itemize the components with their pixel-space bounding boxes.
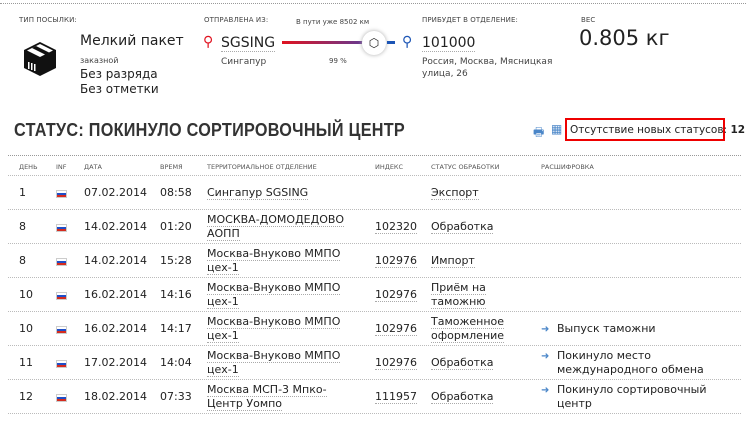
status-text[interactable]: Обработка xyxy=(431,356,494,370)
index-link[interactable]: 102976 xyxy=(375,322,417,336)
office-link[interactable]: Москва-Внуково ММПО цех-1 xyxy=(207,349,341,377)
progress-remaining xyxy=(387,41,395,44)
status-text[interactable]: Таможенное оформление xyxy=(431,315,505,343)
decode-text: Покинуло место международного обмена xyxy=(557,349,704,376)
day: 8 xyxy=(19,254,26,267)
flag-icon xyxy=(56,394,67,402)
table-row: 10 16.02.2014 14:17 Москва-Внуково ММПО … xyxy=(8,312,741,346)
location-pin-icon: ⚲ xyxy=(203,34,214,50)
decode-text: Покинуло сортировочный центр xyxy=(557,383,707,410)
time: 07:33 xyxy=(160,390,192,403)
flag-icon xyxy=(56,258,67,266)
flag-icon xyxy=(56,360,67,368)
print-icon[interactable]: 🖶 xyxy=(533,123,544,144)
flag-icon xyxy=(56,326,67,334)
arrow-icon: ➜ xyxy=(541,385,550,396)
col-date: Дата xyxy=(84,163,102,171)
col-inf: INF xyxy=(56,163,67,171)
parcel-type: Мелкий пакет xyxy=(80,33,184,49)
flag-icon xyxy=(56,224,67,232)
office-link[interactable]: Москва-Внуково ММПО цех-1 xyxy=(207,247,341,275)
transit-distance: В пути уже 8502 км xyxy=(296,18,370,26)
parcel-rank: Без разряда xyxy=(80,67,158,81)
page-title: СТАТУС: ПОКИНУЛО СОРТИРОВОЧНЫЙ ЦЕНТР xyxy=(14,120,406,140)
date: 16.02.2014 xyxy=(84,288,147,301)
table-row: 11 17.02.2014 14:04 Москва-Внуково ММПО … xyxy=(8,346,741,380)
time: 15:28 xyxy=(160,254,192,267)
index-link[interactable]: 102976 xyxy=(375,356,417,370)
index-link[interactable]: 102320 xyxy=(375,220,417,234)
divider xyxy=(0,3,746,4)
no-new-statuses: Отсутствие новых статусов: 12 xyxy=(565,118,745,141)
office-link[interactable]: Москва-Внуково ММПО цех-1 xyxy=(207,315,341,343)
col-decode: Расшифровка xyxy=(541,163,594,171)
flag-icon xyxy=(56,190,67,198)
table-row: 8 14.02.2014 01:20 МОСКВА-ДОМОДЕДОВО АОП… xyxy=(8,210,741,244)
status-text[interactable]: Экспорт xyxy=(431,186,479,200)
weight-value: 0.805 кг xyxy=(579,26,670,50)
table-row: 8 14.02.2014 15:28 Москва-Внуково ММПО ц… xyxy=(8,244,741,278)
to-code[interactable]: 101000 xyxy=(422,35,476,52)
package-icon xyxy=(24,42,56,76)
to-label: Прибудет в отделение: xyxy=(422,16,518,24)
time: 14:04 xyxy=(160,356,192,369)
time: 14:16 xyxy=(160,288,192,301)
day: 10 xyxy=(19,288,33,301)
progress-bar xyxy=(282,41,370,44)
table-row: 12 18.02.2014 07:33 Москва МСП-3 Мпко-Це… xyxy=(8,380,741,414)
index-link[interactable]: 102976 xyxy=(375,254,417,268)
time: 14:17 xyxy=(160,322,192,335)
day: 10 xyxy=(19,322,33,335)
day: 12 xyxy=(19,390,33,403)
from-label: Отправлена из: xyxy=(204,16,269,24)
table-row: 10 16.02.2014 14:16 Москва-Внуково ММПО … xyxy=(8,278,741,312)
index-link[interactable]: 111957 xyxy=(375,390,417,404)
table-row: 1 07.02.2014 08:58 Сингапур SGSING Экспо… xyxy=(8,176,741,210)
location-pin-icon: ⚲ xyxy=(402,34,413,50)
parcel-kind: заказной xyxy=(80,56,119,65)
status-text[interactable]: Импорт xyxy=(431,254,475,268)
day: 8 xyxy=(19,220,26,233)
status-text[interactable]: Обработка xyxy=(431,390,494,404)
date: 07.02.2014 xyxy=(84,186,147,199)
col-office: Территориальное отделение xyxy=(207,163,317,171)
progress-percent: 99 % xyxy=(329,57,347,65)
from-code[interactable]: SGSING xyxy=(221,35,276,52)
office-link[interactable]: Москва-Внуково ММПО цех-1 xyxy=(207,281,341,309)
date: 18.02.2014 xyxy=(84,390,147,403)
col-day: День xyxy=(19,163,38,171)
status-text[interactable]: Приём на таможню xyxy=(431,281,486,309)
box-icon: ⬡ xyxy=(362,31,386,55)
date: 17.02.2014 xyxy=(84,356,147,369)
office-link[interactable]: МОСКВА-ДОМОДЕДОВО АОПП xyxy=(207,213,345,241)
col-status: Статус обработки xyxy=(431,163,500,171)
time: 01:20 xyxy=(160,220,192,233)
index-link[interactable]: 102976 xyxy=(375,288,417,302)
calendar-icon[interactable]: ▦ xyxy=(551,122,562,136)
no-new-count: 12 xyxy=(730,124,746,136)
day: 1 xyxy=(19,186,26,199)
table-header: День INF Дата Время Территориальное отде… xyxy=(8,155,741,176)
weight-label: Вес xyxy=(581,16,596,24)
date: 14.02.2014 xyxy=(84,220,147,233)
from-city: Сингапур xyxy=(221,57,267,67)
parcel-type-label: Тип посылки: xyxy=(19,16,77,24)
arrow-icon: ➜ xyxy=(541,351,550,362)
status-text[interactable]: Обработка xyxy=(431,220,494,234)
col-index: Индекс xyxy=(375,163,404,171)
to-address: Россия, Москва, Мясницкая улица, 26 xyxy=(422,57,553,79)
day: 11 xyxy=(19,356,33,369)
parcel-mark: Без отметки xyxy=(80,82,159,96)
date: 16.02.2014 xyxy=(84,322,147,335)
decode-text: Выпуск таможни xyxy=(557,322,656,335)
office-link[interactable]: Москва МСП-3 Мпко-Центр Уомпо xyxy=(207,383,327,411)
arrow-icon: ➜ xyxy=(541,324,550,335)
date: 14.02.2014 xyxy=(84,254,147,267)
flag-icon xyxy=(56,292,67,300)
time: 08:58 xyxy=(160,186,192,199)
col-time: Время xyxy=(160,163,183,171)
no-new-label: Отсутствие новых статусов: xyxy=(570,124,728,136)
office-link[interactable]: Сингапур SGSING xyxy=(207,186,309,200)
